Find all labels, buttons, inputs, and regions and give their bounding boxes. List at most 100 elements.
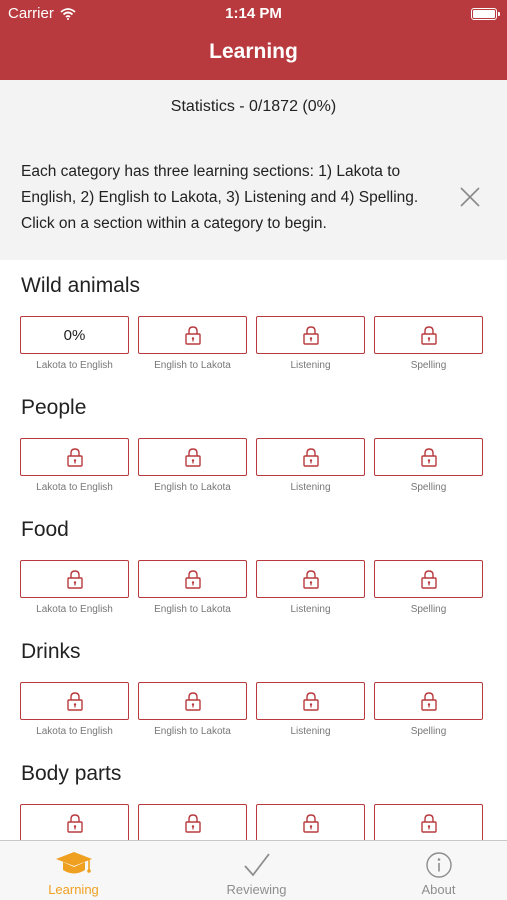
info-icon — [425, 852, 452, 878]
section-box[interactable] — [138, 560, 247, 598]
category-drinks: Drinks Lakota to English English to Lakota… — [0, 626, 507, 748]
tab-label-learning: Learning — [48, 882, 99, 897]
section-box[interactable] — [138, 682, 247, 720]
section-box[interactable] — [374, 682, 483, 720]
section-caption: Listening — [290, 360, 331, 371]
section-spelling-button[interactable]: Spelling — [374, 316, 483, 372]
close-icon[interactable] — [458, 185, 482, 209]
section-box[interactable] — [256, 316, 365, 354]
section-listening-button[interactable]: Listening — [256, 682, 365, 738]
section-spelling-button[interactable]: Spelling — [374, 438, 483, 494]
tab-label-reviewing: Reviewing — [226, 882, 287, 897]
category-body-parts: Body parts Lakota to EnglishEnglish to La… — [0, 748, 507, 840]
battery-fill — [473, 10, 495, 18]
section-spelling-button[interactable]: Spelling — [374, 682, 483, 738]
checkmark-icon — [243, 853, 270, 877]
section-box[interactable] — [138, 804, 247, 840]
lock-icon — [184, 326, 201, 345]
category-title: Food — [21, 518, 69, 541]
section-caption: English to Lakota — [154, 482, 231, 493]
section-box[interactable]: 0% — [20, 316, 129, 354]
info-panel: Statistics - 0/1872 (0%) Each category h… — [0, 80, 507, 260]
lock-icon — [302, 570, 319, 589]
lock-icon — [184, 692, 201, 711]
lock-icon — [302, 448, 319, 467]
section-caption: Listening — [290, 604, 331, 615]
section-row: Lakota to EnglishEnglish to LakotaListen… — [20, 804, 487, 840]
section-english-to-lakota-button[interactable]: English to Lakota — [138, 316, 247, 372]
section-box[interactable] — [256, 560, 365, 598]
section-box[interactable] — [20, 438, 129, 476]
lock-icon — [66, 570, 83, 589]
section-spelling-button[interactable]: Spelling — [374, 560, 483, 616]
page-title: Learning — [209, 40, 298, 63]
section-english-to-lakota-button[interactable]: English to Lakota — [138, 560, 247, 616]
category-wild-animals: Wild animals 0% Lakota to English English t… — [0, 260, 507, 382]
category-title: Wild animals — [21, 274, 141, 297]
section-row: 0% Lakota to English English to Lakota List… — [20, 316, 487, 372]
section-box[interactable] — [138, 316, 247, 354]
section-box[interactable] — [374, 804, 483, 840]
section-spelling-button[interactable]: Spelling — [374, 804, 483, 840]
tab-about[interactable]: About — [365, 841, 507, 900]
section-lakota-to-english-button[interactable]: Lakota to English — [20, 560, 129, 616]
section-box[interactable] — [256, 804, 365, 840]
section-listening-button[interactable]: Listening — [256, 438, 365, 494]
category-people: People Lakota to English English to Lakota… — [0, 382, 507, 504]
section-lakota-to-english-button[interactable]: 0% Lakota to English — [20, 316, 129, 372]
lock-icon — [302, 326, 319, 345]
category-title: Drinks — [21, 640, 81, 663]
lock-icon — [66, 814, 83, 833]
section-caption: English to Lakota — [154, 360, 231, 371]
section-box[interactable] — [256, 682, 365, 720]
status-time: 1:14 PM — [225, 5, 282, 22]
section-row: Lakota to English English to Lakota Listen… — [20, 682, 487, 738]
graduation-cap-icon — [55, 852, 92, 874]
section-box[interactable] — [20, 560, 129, 598]
status-bar: Carrier 1:14 PM — [0, 0, 507, 28]
category-title: People — [21, 396, 87, 419]
lock-icon — [184, 570, 201, 589]
section-english-to-lakota-button[interactable]: English to Lakota — [138, 438, 247, 494]
tab-reviewing[interactable]: Reviewing — [183, 841, 330, 900]
lock-icon — [184, 814, 201, 833]
section-box[interactable] — [20, 804, 129, 840]
section-caption: English to Lakota — [154, 604, 231, 615]
lock-icon — [420, 448, 437, 467]
section-box[interactable] — [374, 438, 483, 476]
lock-icon — [420, 570, 437, 589]
tab-bar: Learning Reviewing About — [0, 840, 507, 900]
battery-icon — [471, 8, 500, 20]
section-box[interactable] — [374, 560, 483, 598]
section-listening-button[interactable]: Listening — [256, 560, 365, 616]
section-caption: Listening — [290, 726, 331, 737]
section-listening-button[interactable]: Listening — [256, 804, 365, 840]
instructions-text: Each category has three learning section… — [21, 163, 419, 232]
lock-icon — [420, 326, 437, 345]
lock-icon — [420, 692, 437, 711]
section-caption: Lakota to English — [36, 482, 113, 493]
section-caption: English to Lakota — [154, 726, 231, 737]
lock-icon — [302, 692, 319, 711]
tab-learning[interactable]: Learning — [0, 841, 147, 900]
section-lakota-to-english-button[interactable]: Lakota to English — [20, 804, 129, 840]
section-box[interactable] — [256, 438, 365, 476]
section-lakota-to-english-button[interactable]: Lakota to English — [20, 682, 129, 738]
section-caption: Listening — [290, 482, 331, 493]
statistics-label: Statistics - 0/1872 (0%) — [170, 98, 337, 115]
section-english-to-lakota-button[interactable]: English to Lakota — [138, 682, 247, 738]
section-listening-button[interactable]: Listening — [256, 316, 365, 372]
category-title: Body parts — [21, 762, 122, 785]
lock-icon — [184, 448, 201, 467]
tab-label-about: About — [421, 882, 456, 897]
section-row: Lakota to English English to Lakota Listen… — [20, 438, 487, 494]
section-lakota-to-english-button[interactable]: Lakota to English — [20, 438, 129, 494]
section-box[interactable] — [374, 316, 483, 354]
section-box[interactable] — [20, 682, 129, 720]
section-caption: Spelling — [410, 482, 447, 493]
section-caption: Lakota to English — [36, 726, 113, 737]
section-caption: Lakota to English — [36, 604, 113, 615]
section-box[interactable] — [138, 438, 247, 476]
section-english-to-lakota-button[interactable]: English to Lakota — [138, 804, 247, 840]
lock-icon — [420, 814, 437, 833]
